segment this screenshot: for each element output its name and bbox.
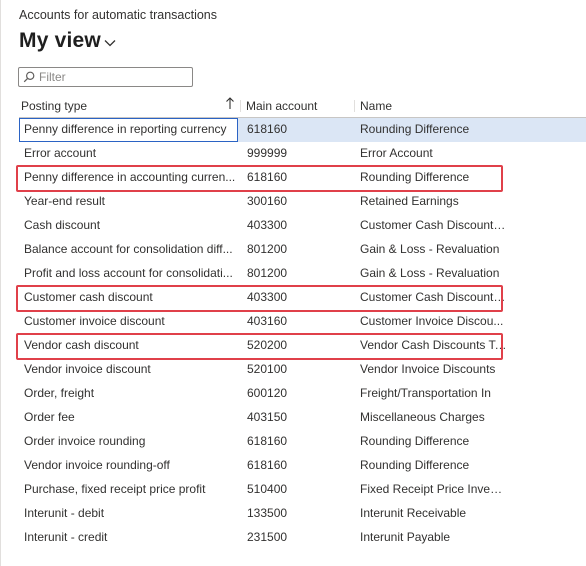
cell-main-account[interactable]: 600120: [247, 382, 287, 405]
grid-rows: Penny difference in reporting currency 61…: [16, 118, 586, 550]
cell-posting-type[interactable]: Order fee: [19, 406, 238, 430]
cell-main-account[interactable]: 300160: [247, 190, 287, 213]
cell-main-account[interactable]: 801200: [247, 238, 287, 261]
cell-main-account[interactable]: 999999: [247, 142, 287, 165]
table-row[interactable]: Balance account for consolidation diff..…: [19, 238, 586, 262]
cell-posting-type[interactable]: Error account: [19, 142, 238, 166]
table-row[interactable]: Year-end result 300160 Retained Earnings: [19, 190, 586, 214]
cell-posting-type[interactable]: Order invoice rounding: [19, 430, 238, 454]
table-row[interactable]: Penny difference in reporting currency 61…: [19, 118, 586, 142]
chevron-down-icon: [104, 39, 116, 47]
cell-posting-type[interactable]: Vendor invoice discount: [19, 358, 238, 382]
cell-name: Customer Cash Discounts...: [360, 290, 507, 304]
cell-main-account[interactable]: 801200: [247, 262, 287, 285]
cell-main-account[interactable]: 618160: [247, 166, 287, 189]
cell-name: Interunit Payable: [360, 530, 451, 544]
cell-main-account[interactable]: 133500: [247, 502, 287, 525]
cell-main-account[interactable]: 618160: [247, 118, 287, 141]
cell-posting-type[interactable]: Year-end result: [19, 190, 238, 214]
cell-main-account[interactable]: 403300: [247, 214, 287, 237]
cell-posting-type[interactable]: Vendor cash discount: [19, 334, 238, 358]
cell-posting-type[interactable]: Vendor invoice rounding-off: [19, 454, 238, 478]
cell-name: Rounding Difference: [360, 458, 470, 472]
table-row[interactable]: Purchase, fixed receipt price profit 5104…: [19, 478, 586, 502]
view-selector[interactable]: My view: [19, 29, 116, 53]
cell-name: Rounding Difference: [360, 170, 470, 184]
cell-main-account[interactable]: 510400: [247, 478, 287, 501]
cell-name: Rounding Difference: [360, 122, 470, 136]
column-header-name[interactable]: Name: [360, 99, 392, 113]
cell-name: Miscellaneous Charges: [360, 410, 485, 424]
table-row[interactable]: Error account 999999 Error Account: [19, 142, 586, 166]
cell-posting-type[interactable]: Order, freight: [19, 382, 238, 406]
cell-name: Fixed Receipt Price Invent...: [360, 482, 507, 496]
column-separator[interactable]: [240, 100, 241, 112]
table-row[interactable]: Vendor invoice discount 520100 Vendor Invo…: [19, 358, 586, 382]
cell-name: Vendor Invoice Discounts: [360, 362, 496, 376]
table-row[interactable]: Customer invoice discount 403160 Customer …: [19, 310, 586, 334]
cell-name: Gain & Loss - Revaluation: [360, 266, 500, 280]
sort-ascending-arrow-icon[interactable]: [225, 96, 235, 113]
cell-name: Vendor Cash Discounts Ta...: [360, 338, 507, 352]
cell-posting-type[interactable]: Customer cash discount: [19, 286, 238, 310]
view-title: My view: [19, 29, 101, 52]
search-icon: [21, 71, 37, 83]
table-row[interactable]: Interunit - debit 133500 Interunit Receiva…: [19, 502, 586, 526]
cell-posting-type[interactable]: Balance account for consolidation diff..…: [19, 238, 238, 262]
cell-main-account[interactable]: 231500: [247, 526, 287, 549]
cell-main-account[interactable]: 403300: [247, 286, 287, 309]
table-row[interactable]: Order fee 403150 Miscellaneous Charges: [19, 406, 586, 430]
cell-name: Retained Earnings: [360, 194, 459, 208]
table-row[interactable]: Penny difference in accounting curren...…: [16, 165, 586, 192]
column-header-posting-type[interactable]: Posting type: [21, 99, 87, 113]
cell-posting-type[interactable]: Customer invoice discount: [19, 310, 238, 334]
table-row[interactable]: Order invoice rounding 618160 Rounding Dif…: [19, 430, 586, 454]
filter-input[interactable]: [37, 70, 186, 84]
cell-main-account[interactable]: 618160: [247, 430, 287, 453]
table-row[interactable]: Interunit - credit 231500 Interunit Payabl…: [19, 526, 586, 550]
cell-name: Customer Invoice Discou...: [360, 314, 504, 328]
cell-main-account[interactable]: 520100: [247, 358, 287, 381]
table-row[interactable]: Profit and loss account for consolidati.…: [19, 262, 586, 286]
table-row[interactable]: Vendor invoice rounding-off 618160 Roundin…: [19, 454, 586, 478]
table-row[interactable]: Cash discount 403300 Customer Cash Discoun…: [19, 214, 586, 238]
page-caption: Accounts for automatic transactions: [19, 8, 218, 22]
cell-name: Rounding Difference: [360, 434, 470, 448]
cell-main-account[interactable]: 403150: [247, 406, 287, 429]
cell-name: Customer Cash Discounts...: [360, 218, 507, 232]
cell-main-account[interactable]: 403160: [247, 310, 287, 333]
cell-main-account[interactable]: 618160: [247, 454, 287, 477]
cell-posting-type[interactable]: Cash discount: [19, 214, 238, 238]
filter-box[interactable]: [18, 67, 193, 87]
cell-posting-type[interactable]: Penny difference in accounting curren...: [19, 166, 238, 190]
cell-posting-type[interactable]: Interunit - credit: [19, 526, 238, 550]
left-border: [0, 0, 1, 566]
column-header-main-account[interactable]: Main account: [246, 99, 317, 113]
cell-posting-type[interactable]: Interunit - debit: [19, 502, 238, 526]
table-row[interactable]: Customer cash discount 403300 Customer Cas…: [16, 285, 586, 312]
cell-name: Freight/Transportation In: [360, 386, 491, 400]
cell-posting-type[interactable]: Purchase, fixed receipt price profit: [19, 478, 238, 502]
cell-main-account[interactable]: 520200: [247, 334, 287, 357]
cell-name: Error Account: [360, 146, 433, 160]
table-row[interactable]: Order, freight 600120 Freight/Transportati…: [19, 382, 586, 406]
cell-posting-type[interactable]: Profit and loss account for consolidati.…: [19, 262, 238, 286]
column-separator[interactable]: [354, 100, 355, 112]
cell-name: Gain & Loss - Revaluation: [360, 242, 500, 256]
table-row[interactable]: Vendor cash discount 520200 Vendor Cash Di…: [16, 333, 586, 360]
cell-name: Interunit Receivable: [360, 506, 467, 520]
grid-header: Posting type Main account Name: [19, 94, 586, 118]
cell-posting-type[interactable]: Penny difference in reporting currency: [19, 118, 238, 142]
